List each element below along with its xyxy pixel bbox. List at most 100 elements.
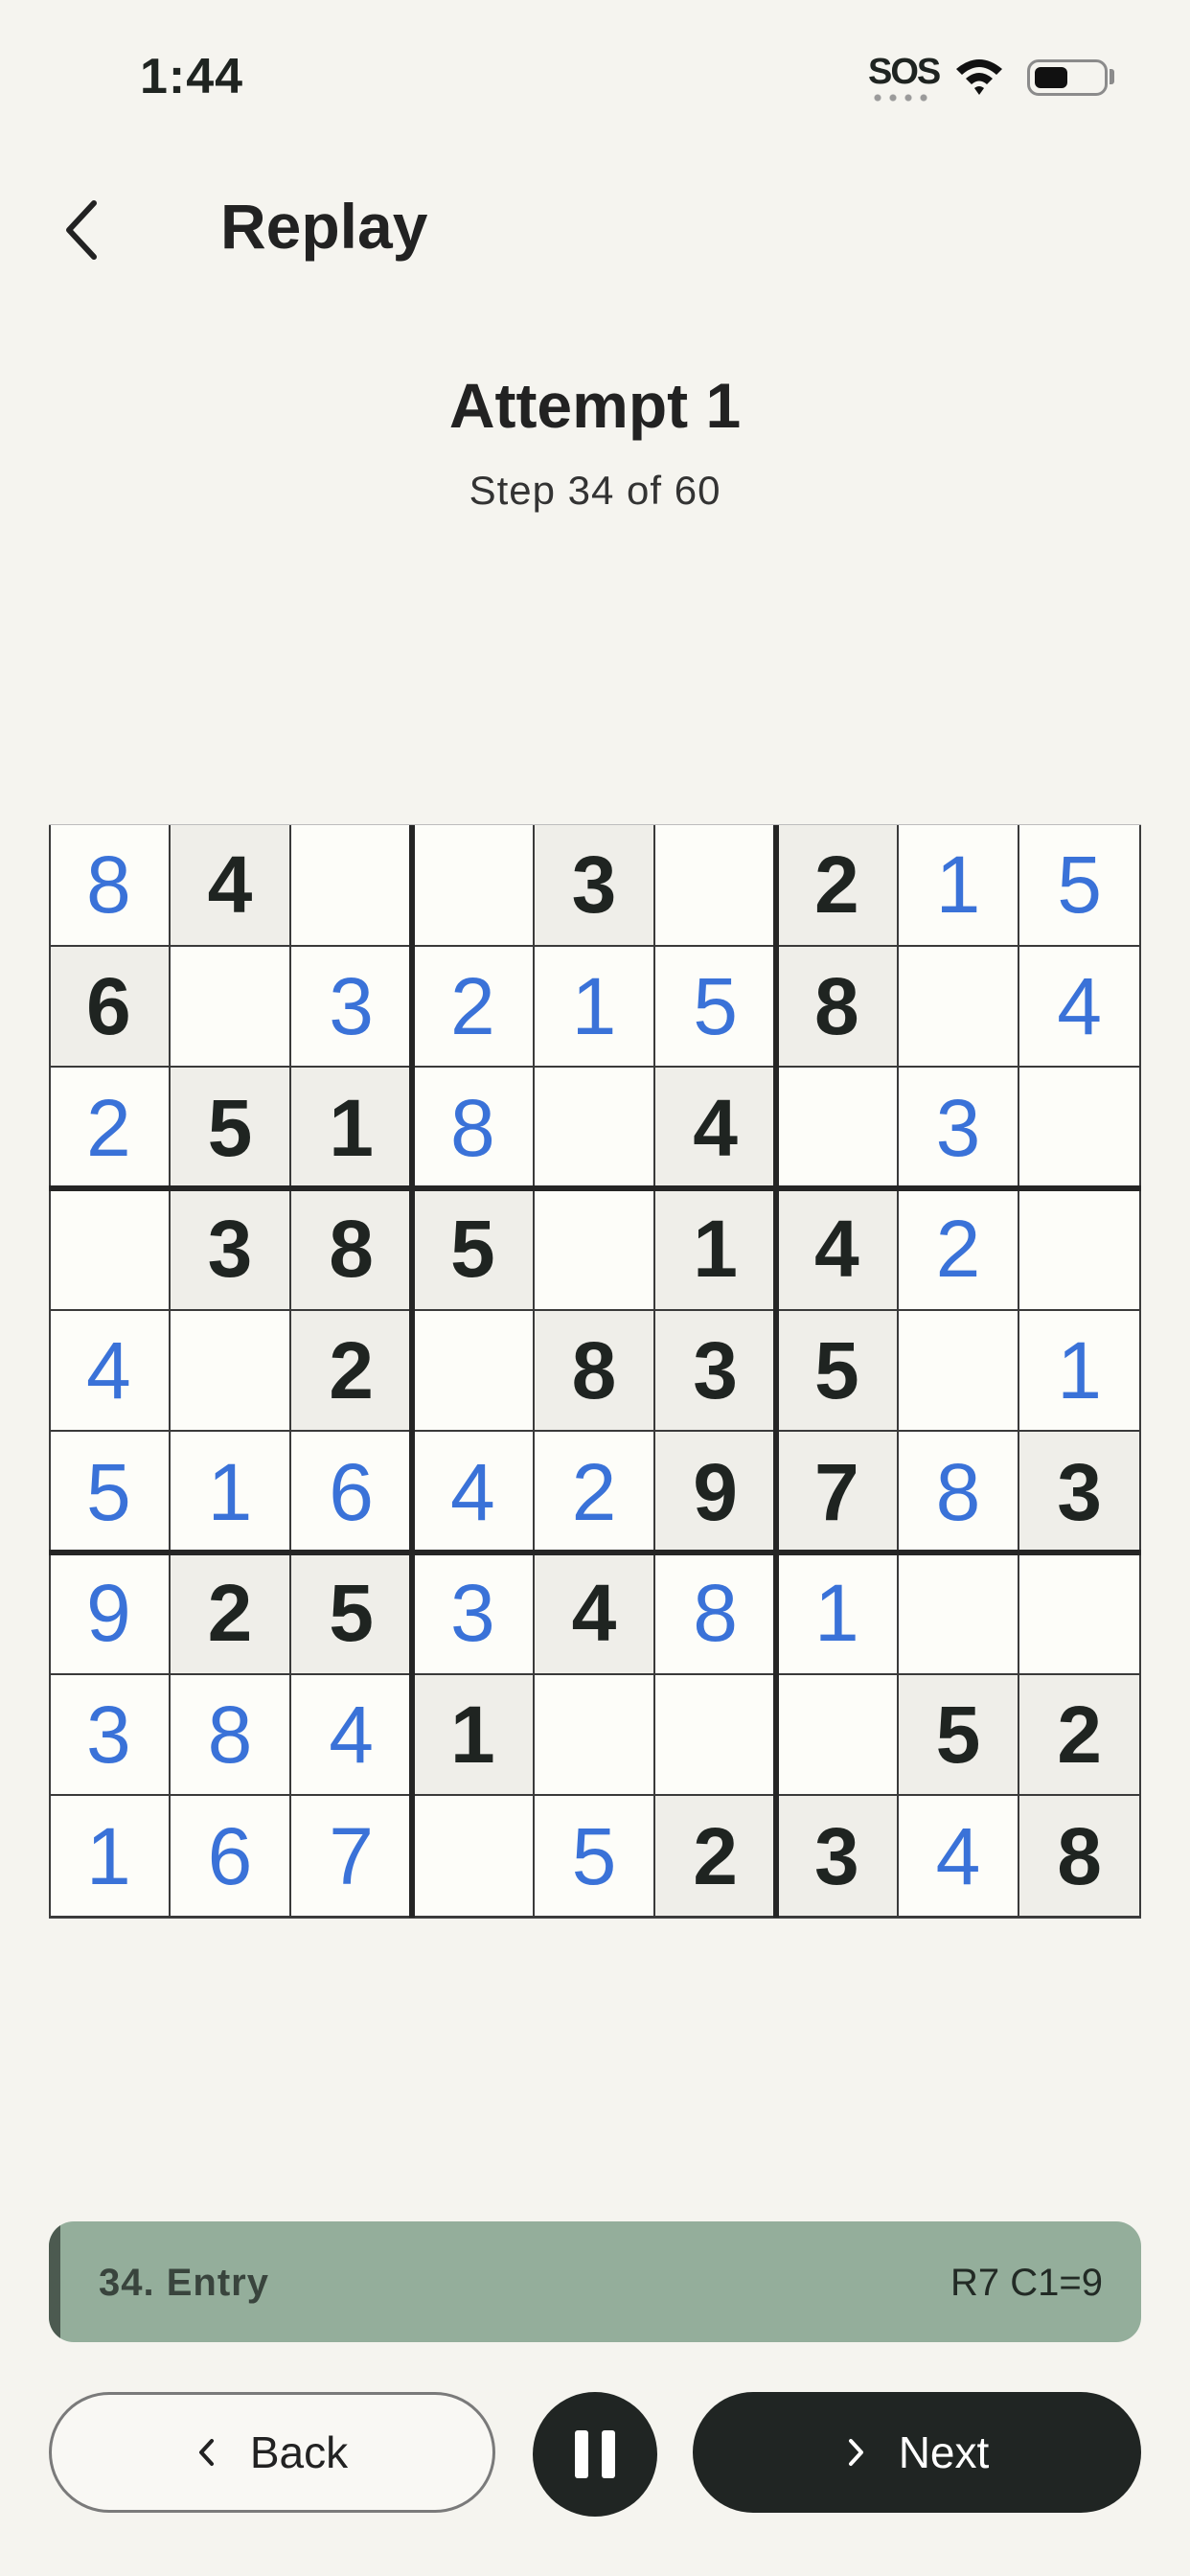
sudoku-cell[interactable]: 2: [1019, 1674, 1141, 1797]
sudoku-cell[interactable]: 2: [777, 825, 899, 947]
sudoku-cell[interactable]: [898, 1310, 1020, 1433]
sudoku-cell[interactable]: 3: [291, 946, 413, 1069]
sudoku-cell[interactable]: 8: [777, 946, 899, 1069]
sudoku-cell[interactable]: 6: [49, 946, 171, 1069]
sudoku-cell[interactable]: [655, 1674, 777, 1797]
sudoku-cell[interactable]: 8: [898, 1432, 1020, 1553]
sudoku-cell[interactable]: 3: [170, 1189, 292, 1311]
pause-button[interactable]: [533, 2392, 657, 2517]
step-counter: Step 34 of 60: [469, 468, 721, 513]
sudoku-cell[interactable]: 7: [777, 1432, 899, 1553]
sudoku-cell[interactable]: 5: [777, 1310, 899, 1433]
sudoku-board: 8432156321584251843385142428351516429783…: [49, 824, 1141, 1919]
sudoku-cell[interactable]: 1: [655, 1189, 777, 1311]
sudoku-cell[interactable]: 8: [49, 825, 171, 947]
sudoku-cell[interactable]: 1: [170, 1432, 292, 1553]
sudoku-cell[interactable]: [1019, 1068, 1141, 1189]
sudoku-cell[interactable]: 2: [413, 946, 535, 1069]
chevron-left-icon: [198, 2439, 214, 2466]
sudoku-cell[interactable]: [413, 825, 535, 947]
pause-icon: [602, 2430, 615, 2478]
move-coordinate: R7 C1=9: [950, 2262, 1103, 2304]
status-time: 1:44: [140, 49, 244, 104]
sudoku-cell[interactable]: [534, 1068, 656, 1189]
sudoku-cell[interactable]: 4: [291, 1674, 413, 1797]
sudoku-cell[interactable]: 5: [49, 1432, 171, 1553]
sudoku-cell[interactable]: 1: [534, 946, 656, 1069]
sudoku-cell[interactable]: 5: [291, 1553, 413, 1675]
box-divider-horizontal: [49, 1550, 1141, 1555]
attempt-title: Attempt 1: [448, 370, 742, 441]
sudoku-cell[interactable]: 6: [291, 1432, 413, 1553]
sudoku-cell[interactable]: 4: [898, 1796, 1020, 1918]
sudoku-cell[interactable]: 3: [1019, 1432, 1141, 1553]
sudoku-cell[interactable]: [413, 1796, 535, 1918]
sudoku-cell[interactable]: 3: [49, 1674, 171, 1797]
sudoku-cell[interactable]: 1: [898, 825, 1020, 947]
sudoku-cell[interactable]: 3: [413, 1553, 535, 1675]
sudoku-cell[interactable]: 3: [655, 1310, 777, 1433]
sudoku-cell[interactable]: 1: [291, 1068, 413, 1189]
sudoku-cell[interactable]: [534, 1189, 656, 1311]
sudoku-cell[interactable]: 4: [777, 1189, 899, 1311]
back-button[interactable]: Back: [49, 2392, 495, 2513]
sudoku-cell[interactable]: [170, 1310, 292, 1433]
sudoku-cell[interactable]: 2: [49, 1068, 171, 1189]
box-divider-vertical: [409, 825, 415, 1918]
sudoku-cell[interactable]: [1019, 1553, 1141, 1675]
sudoku-cell[interactable]: 4: [534, 1553, 656, 1675]
sudoku-cell[interactable]: 1: [49, 1796, 171, 1918]
sudoku-cell[interactable]: 4: [655, 1068, 777, 1189]
sudoku-cell[interactable]: [655, 825, 777, 947]
sudoku-cell[interactable]: 5: [170, 1068, 292, 1189]
next-button[interactable]: Next: [693, 2392, 1141, 2513]
sudoku-cell[interactable]: [898, 1553, 1020, 1675]
sudoku-cell[interactable]: 2: [534, 1432, 656, 1553]
sudoku-cell[interactable]: 1: [1019, 1310, 1141, 1433]
sudoku-cell[interactable]: [49, 1189, 171, 1311]
sudoku-cell[interactable]: 1: [777, 1553, 899, 1675]
sudoku-cell[interactable]: 4: [170, 825, 292, 947]
sudoku-cell[interactable]: [898, 946, 1020, 1069]
sudoku-cell[interactable]: 3: [898, 1068, 1020, 1189]
sudoku-cell[interactable]: 8: [655, 1553, 777, 1675]
sudoku-cell[interactable]: 4: [413, 1432, 535, 1553]
board-left-edge: [49, 825, 51, 1918]
sudoku-cell[interactable]: 8: [291, 1189, 413, 1311]
sudoku-cell[interactable]: 8: [413, 1068, 535, 1189]
sudoku-cell[interactable]: 1: [413, 1674, 535, 1797]
sudoku-cell[interactable]: 2: [170, 1553, 292, 1675]
sudoku-cell[interactable]: 2: [291, 1310, 413, 1433]
sudoku-cell[interactable]: [413, 1310, 535, 1433]
sudoku-cell[interactable]: [291, 825, 413, 947]
sudoku-cell[interactable]: 2: [898, 1189, 1020, 1311]
sudoku-cell[interactable]: 3: [777, 1796, 899, 1918]
sudoku-cell[interactable]: 7: [291, 1796, 413, 1918]
sudoku-cell[interactable]: 5: [413, 1189, 535, 1311]
sudoku-cell[interactable]: 8: [534, 1310, 656, 1433]
wifi-icon: [956, 59, 1002, 95]
sudoku-cell[interactable]: 2: [655, 1796, 777, 1918]
signal-dots-icon: [870, 94, 931, 102]
sudoku-cell[interactable]: 6: [170, 1796, 292, 1918]
sudoku-cell[interactable]: 3: [534, 825, 656, 947]
sudoku-cell[interactable]: 8: [170, 1674, 292, 1797]
box-divider-horizontal: [49, 1185, 1141, 1191]
sudoku-cell[interactable]: 5: [898, 1674, 1020, 1797]
sudoku-cell[interactable]: [1019, 1189, 1141, 1311]
battery-icon: [1027, 59, 1108, 96]
sudoku-cell[interactable]: 5: [1019, 825, 1141, 947]
box-divider-vertical: [773, 825, 779, 1918]
sudoku-cell[interactable]: [534, 1674, 656, 1797]
sudoku-cell[interactable]: 8: [1019, 1796, 1141, 1918]
sudoku-cell[interactable]: 4: [49, 1310, 171, 1433]
sudoku-cell[interactable]: [777, 1068, 899, 1189]
sudoku-cell[interactable]: 9: [49, 1553, 171, 1675]
sudoku-cell[interactable]: 5: [534, 1796, 656, 1918]
sudoku-cell[interactable]: [777, 1674, 899, 1797]
sudoku-cell[interactable]: 5: [655, 946, 777, 1069]
sudoku-cell[interactable]: 4: [1019, 946, 1141, 1069]
sudoku-cell[interactable]: 9: [655, 1432, 777, 1553]
back-chevron-icon[interactable]: [56, 192, 113, 268]
sudoku-cell[interactable]: [170, 946, 292, 1069]
